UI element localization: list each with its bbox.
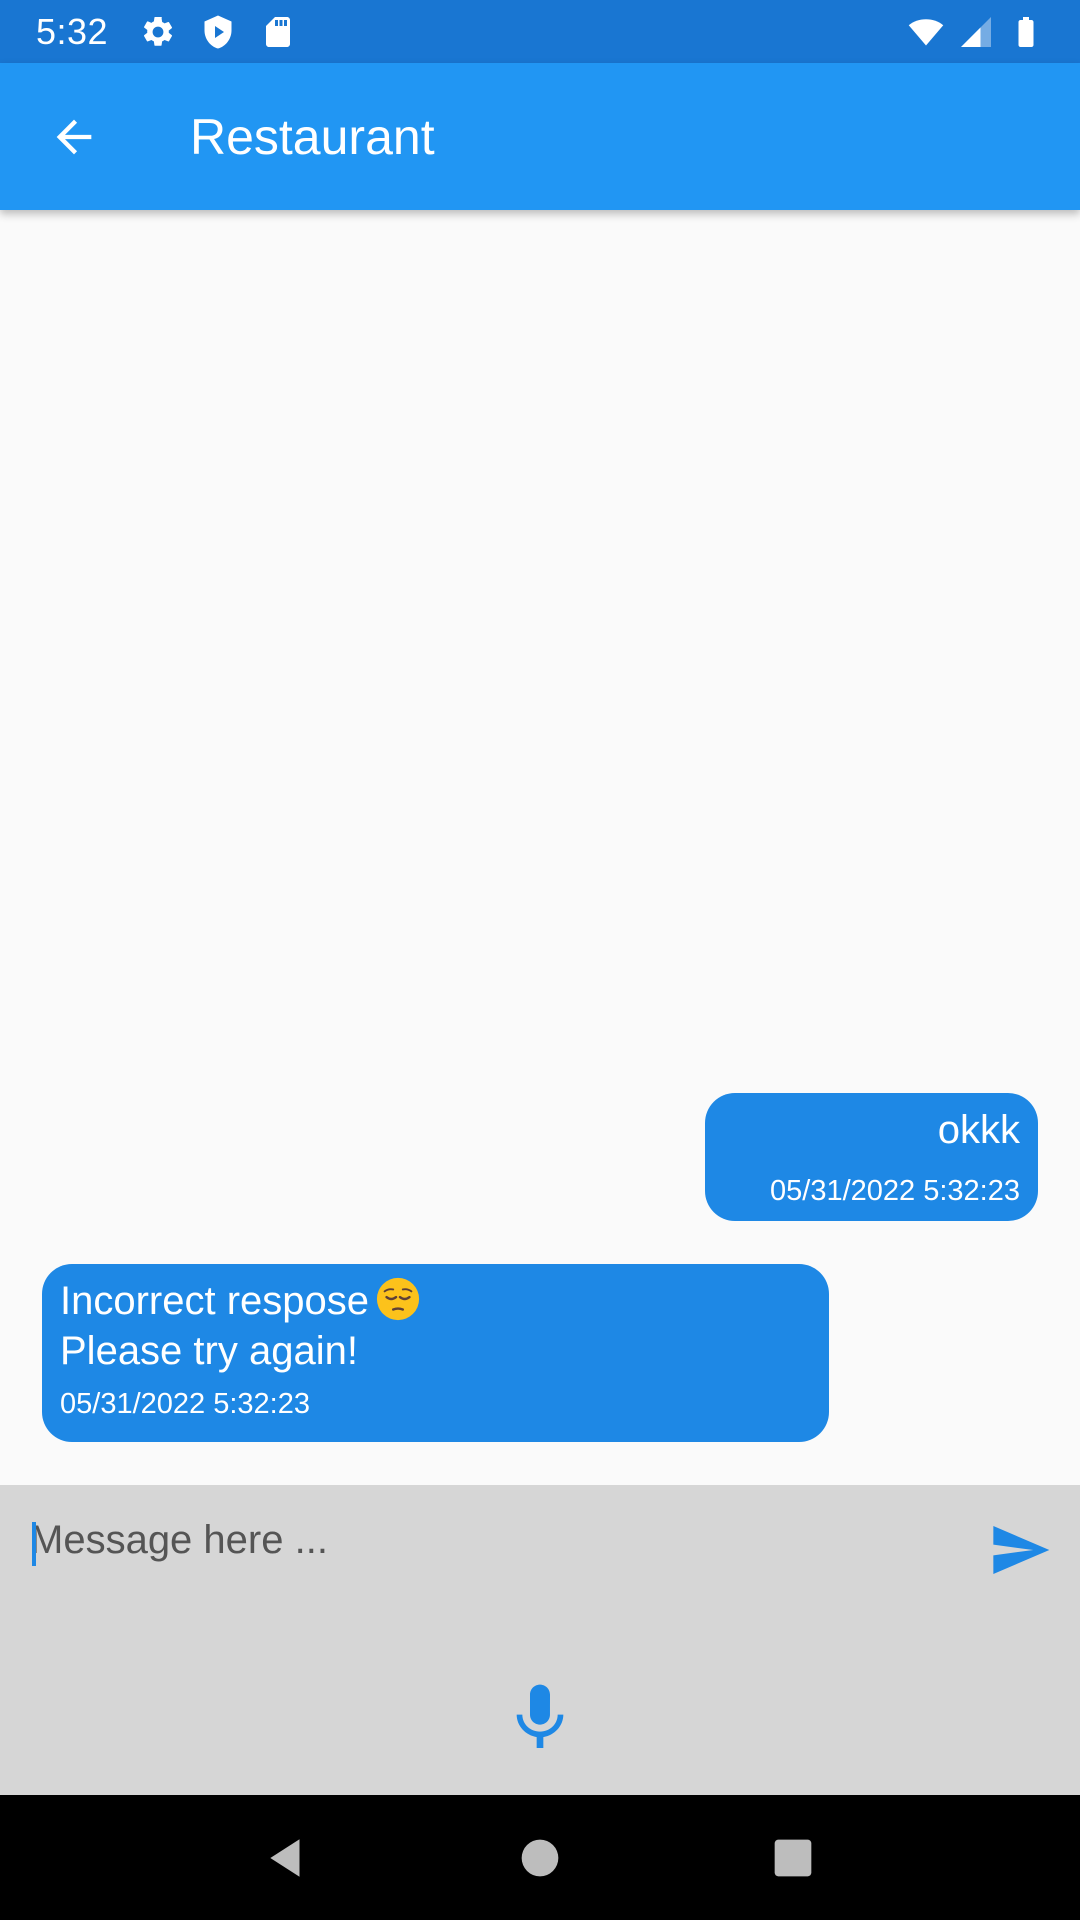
settings-icon	[140, 14, 176, 50]
nav-recents-button[interactable]	[748, 1813, 838, 1903]
nav-back-button[interactable]	[242, 1813, 332, 1903]
message-text: okkk	[937, 1108, 1020, 1152]
microphone-button[interactable]	[500, 1668, 580, 1768]
message-timestamp: 05/31/2022 5:32:23	[60, 1388, 310, 1420]
nav-home-button[interactable]	[495, 1813, 585, 1903]
signal-icon	[958, 14, 994, 50]
send-button[interactable]	[980, 1510, 1060, 1590]
send-icon	[993, 1526, 1050, 1574]
arrow-back-icon	[56, 119, 92, 154]
triangle-back-icon	[269, 1838, 300, 1877]
screen: 5:32 Restaurant okkk 05/31/2022 5:32:23 …	[0, 0, 1080, 1920]
wifi-icon	[908, 14, 944, 50]
play-protect-icon	[200, 14, 236, 50]
message-input[interactable]	[30, 1505, 950, 1575]
text-cursor	[32, 1522, 36, 1566]
microphone-icon	[516, 1684, 564, 1748]
status-icons-right	[908, 14, 1044, 50]
circle-home-icon	[521, 1839, 559, 1876]
outgoing-message-bubble[interactable]: okkk 05/31/2022 5:32:23	[705, 1093, 1038, 1221]
square-recents-icon	[774, 1839, 812, 1876]
message-text-line1: Incorrect respose	[60, 1279, 370, 1323]
system-nav-bar	[0, 1795, 1080, 1920]
page-title: Restaurant	[190, 108, 435, 165]
message-timestamp: 05/31/2022 5:32:23	[770, 1175, 1020, 1207]
app-bar: Restaurant	[0, 63, 1080, 210]
message-text: Incorrect respose Please try again!	[60, 1276, 811, 1376]
back-button[interactable]	[24, 87, 124, 187]
sd-card-icon	[260, 14, 296, 50]
battery-icon	[1008, 14, 1044, 50]
message-text-line2: Please try again!	[60, 1329, 358, 1373]
status-bar: 5:32	[0, 0, 1080, 63]
chat-message-list[interactable]: okkk 05/31/2022 5:32:23 Incorrect respos…	[0, 210, 1080, 1485]
incoming-message-bubble[interactable]: Incorrect respose Please try again! 05/3…	[42, 1264, 829, 1442]
status-icons-left	[140, 14, 296, 50]
status-time: 5:32	[36, 10, 109, 52]
pensive-face-icon	[376, 1277, 420, 1321]
